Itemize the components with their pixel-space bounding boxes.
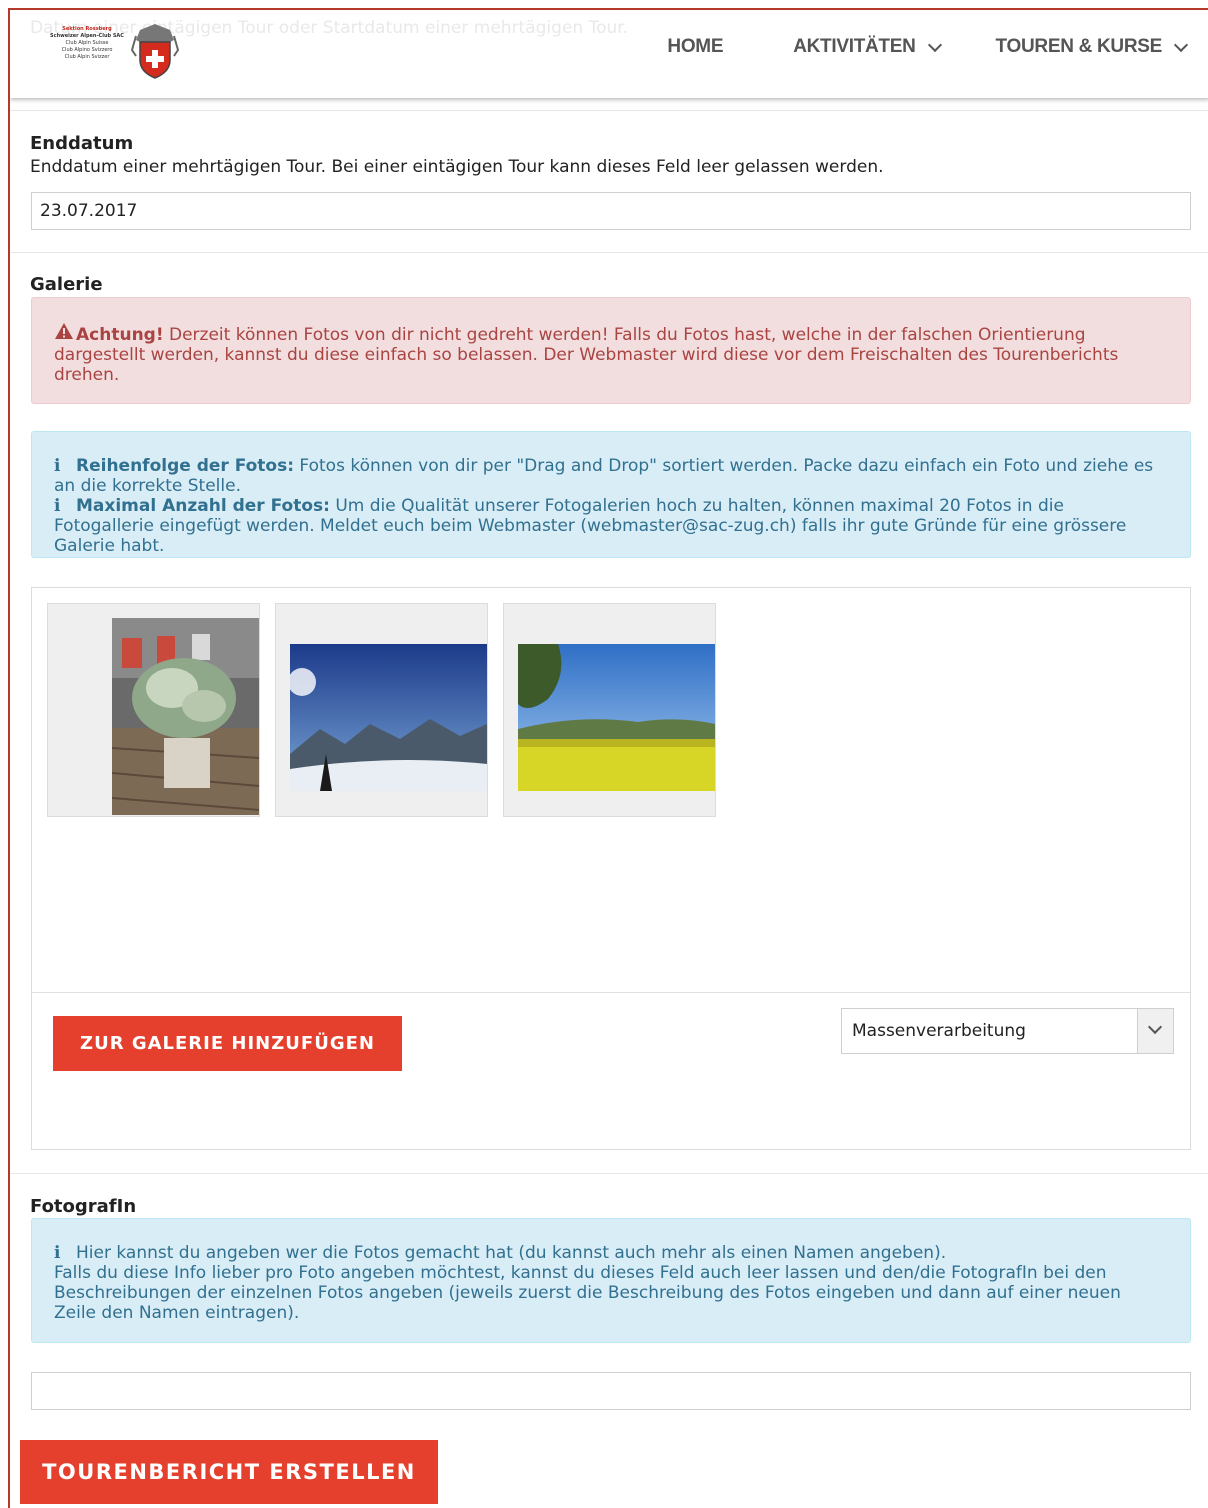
fotograf-info-text1: Hier kannst du angeben wer die Fotos gem… <box>76 1243 947 1263</box>
logo-line-it: Club Alpino Svizzero <box>61 47 113 53</box>
photo-field-image <box>518 644 715 791</box>
nav-aktivitaeten-label: AKTIVITÄTEN <box>793 36 916 57</box>
warning-strong: Achtung! <box>76 325 164 345</box>
fotograf-input[interactable] <box>31 1372 1191 1410</box>
site-header: Datum einer eintägigen Tour oder Startda… <box>10 10 1208 98</box>
logo-text: Sektion Rossberg Schweizer Alpen-Club SA… <box>42 26 132 61</box>
chevron-down-icon[interactable] <box>1137 1009 1173 1053</box>
warning-icon <box>54 322 76 345</box>
gallery-info-alert: ℹ Reihenfolge der Fotos: Fotos können von… <box>31 431 1191 558</box>
warning-text: Derzeit können Fotos von dir nicht gedre… <box>54 325 1119 385</box>
logo-line-rm: Club Alpin Svizzer <box>64 54 110 60</box>
info-max-strong: Maximal Anzahl der Fotos: <box>76 496 330 516</box>
section-divider <box>10 110 1208 111</box>
bulk-processing-select[interactable]: Massenverarbeitung <box>841 1008 1174 1054</box>
nav-touren-kurse[interactable]: TOUREN & KURSE <box>995 36 1189 58</box>
shield-icon <box>130 24 180 79</box>
logo-line-fr: Club Alpin Suisse <box>65 40 109 46</box>
nav-touren-label: TOUREN & KURSE <box>995 36 1163 57</box>
fotograf-info-alert: ℹ Hier kannst du angeben wer die Fotos ge… <box>31 1218 1191 1343</box>
photo-gallery: ZUR GALERIE HINZUFÜGEN Massenverarbeitun… <box>31 587 1191 1150</box>
logo-line-club: Schweizer Alpen-Club SAC <box>50 33 124 39</box>
nav-aktivitaeten[interactable]: AKTIVITÄTEN <box>793 36 942 58</box>
section-divider <box>10 252 1208 253</box>
gallery-photo[interactable] <box>47 603 260 817</box>
photo-mountains-image <box>290 644 487 791</box>
gallery-photo[interactable] <box>275 603 488 817</box>
enddatum-help: Enddatum einer mehrtägigen Tour. Bei ein… <box>30 157 884 177</box>
nav-home-label: HOME <box>667 36 724 57</box>
enddatum-input[interactable]: 23.07.2017 <box>31 192 1191 230</box>
sac-logo[interactable]: Sektion Rossberg Schweizer Alpen-Club SA… <box>34 22 184 82</box>
fotograf-info-line1: ℹ Hier kannst du angeben wer die Fotos ge… <box>54 1243 1168 1263</box>
info-max: ℹ Maximal Anzahl der Fotos: Um die Qualit… <box>54 496 1168 556</box>
gallery-photo[interactable] <box>503 603 716 817</box>
enddatum-label: Enddatum <box>30 133 134 154</box>
photo-flowers-image <box>112 618 259 815</box>
chevron-down-icon <box>1173 37 1189 53</box>
galerie-label: Galerie <box>30 274 103 295</box>
info-icon: ℹ <box>54 1243 61 1263</box>
create-report-button[interactable]: TOURENBERICHT ERSTELLEN <box>20 1440 438 1504</box>
gallery-footer-divider <box>32 992 1190 993</box>
section-divider <box>10 1173 1208 1174</box>
info-icon: ℹ <box>54 456 61 476</box>
info-order: ℹ Reihenfolge der Fotos: Fotos können von… <box>54 456 1168 496</box>
fotograf-label: FotografIn <box>30 1196 137 1217</box>
fotograf-info-text2: Falls du diese Info lieber pro Foto ange… <box>54 1263 1121 1323</box>
info-order-strong: Reihenfolge der Fotos: <box>76 456 295 476</box>
main-nav: HOME AKTIVITÄTEN TOUREN & KURSE <box>667 36 1189 58</box>
rotation-warning-alert: Achtung! Derzeit können Fotos von dir ni… <box>31 297 1191 404</box>
page-frame: Datum einer eintägigen Tour oder Startda… <box>8 8 1208 1508</box>
add-to-gallery-button[interactable]: ZUR GALERIE HINZUFÜGEN <box>53 1016 402 1071</box>
nav-home[interactable]: HOME <box>667 36 723 58</box>
chevron-down-icon <box>927 37 942 53</box>
bulk-select-value: Massenverarbeitung <box>852 1021 1026 1041</box>
logo-line-section: Sektion Rossberg <box>62 26 112 32</box>
info-icon: ℹ <box>54 496 61 516</box>
